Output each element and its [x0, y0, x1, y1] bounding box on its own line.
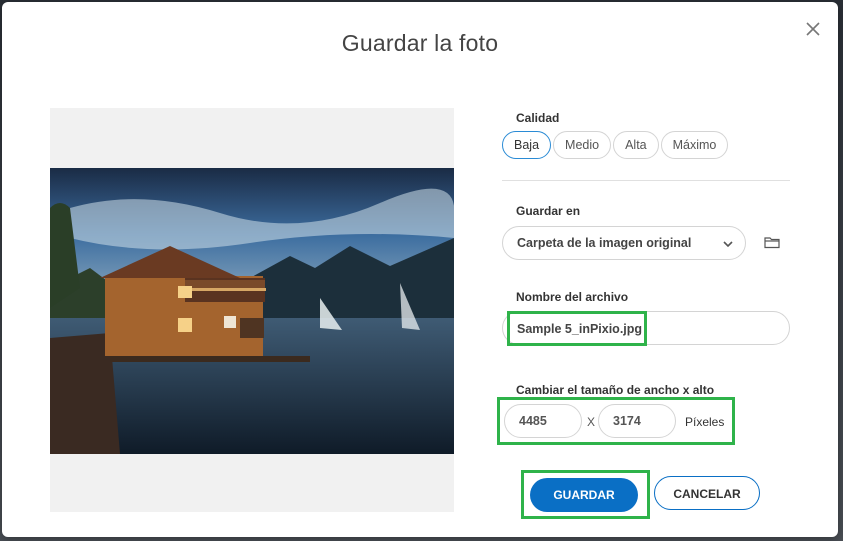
save-location-value: Carpeta de la imagen original: [517, 236, 692, 250]
save-button-highlight: [521, 470, 650, 519]
cancel-button[interactable]: CANCELAR: [654, 476, 760, 510]
photo-thumbnail: [50, 168, 454, 454]
save-in-label: Guardar en: [516, 204, 581, 218]
folder-icon[interactable]: [764, 235, 780, 249]
save-location-dropdown[interactable]: Carpeta de la imagen original: [502, 226, 746, 260]
image-preview: [50, 108, 454, 512]
section-divider: [502, 180, 790, 181]
file-name-label: Nombre del archivo: [516, 290, 629, 304]
resize-label: Cambiar el tamaño de ancho x alto: [516, 383, 715, 397]
quality-label: Calidad: [516, 111, 560, 125]
dialog-title: Guardar la foto: [341, 30, 499, 56]
chevron-down-icon: [723, 241, 733, 248]
quality-option-baja[interactable]: Baja: [502, 131, 552, 159]
quality-option-medio[interactable]: Medio: [553, 131, 612, 159]
quality-options: Baja Medio Alta Máximo: [502, 131, 729, 159]
close-icon[interactable]: [804, 20, 822, 38]
quality-option-maximo[interactable]: Máximo: [660, 131, 729, 159]
quality-option-alta[interactable]: Alta: [613, 131, 659, 159]
save-photo-dialog: Guardar la foto Calidad Baja Medio Alta …: [2, 2, 838, 537]
file-name-highlight: [507, 311, 647, 346]
resize-highlight: [497, 397, 735, 445]
